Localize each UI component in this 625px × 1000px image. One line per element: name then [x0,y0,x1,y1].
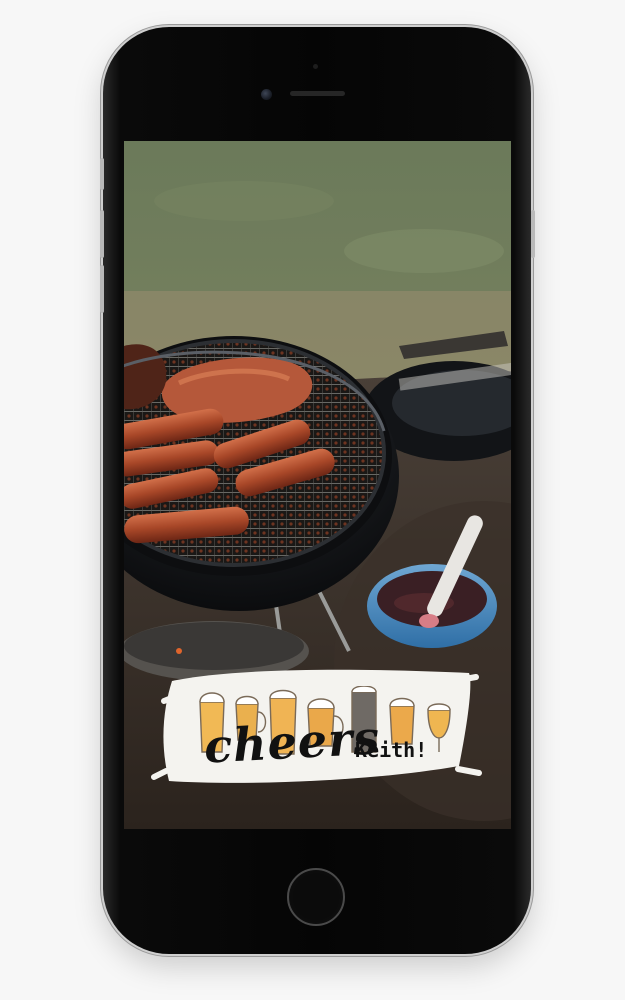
volume-down-button [100,265,104,313]
home-button[interactable] [287,868,345,926]
earpiece-speaker [290,91,345,96]
proximity-sensor [313,64,318,69]
power-button [531,210,535,258]
mute-switch [100,158,104,190]
front-camera [261,89,272,100]
name-text: Keith! [355,738,428,762]
volume-up-button [100,210,104,258]
